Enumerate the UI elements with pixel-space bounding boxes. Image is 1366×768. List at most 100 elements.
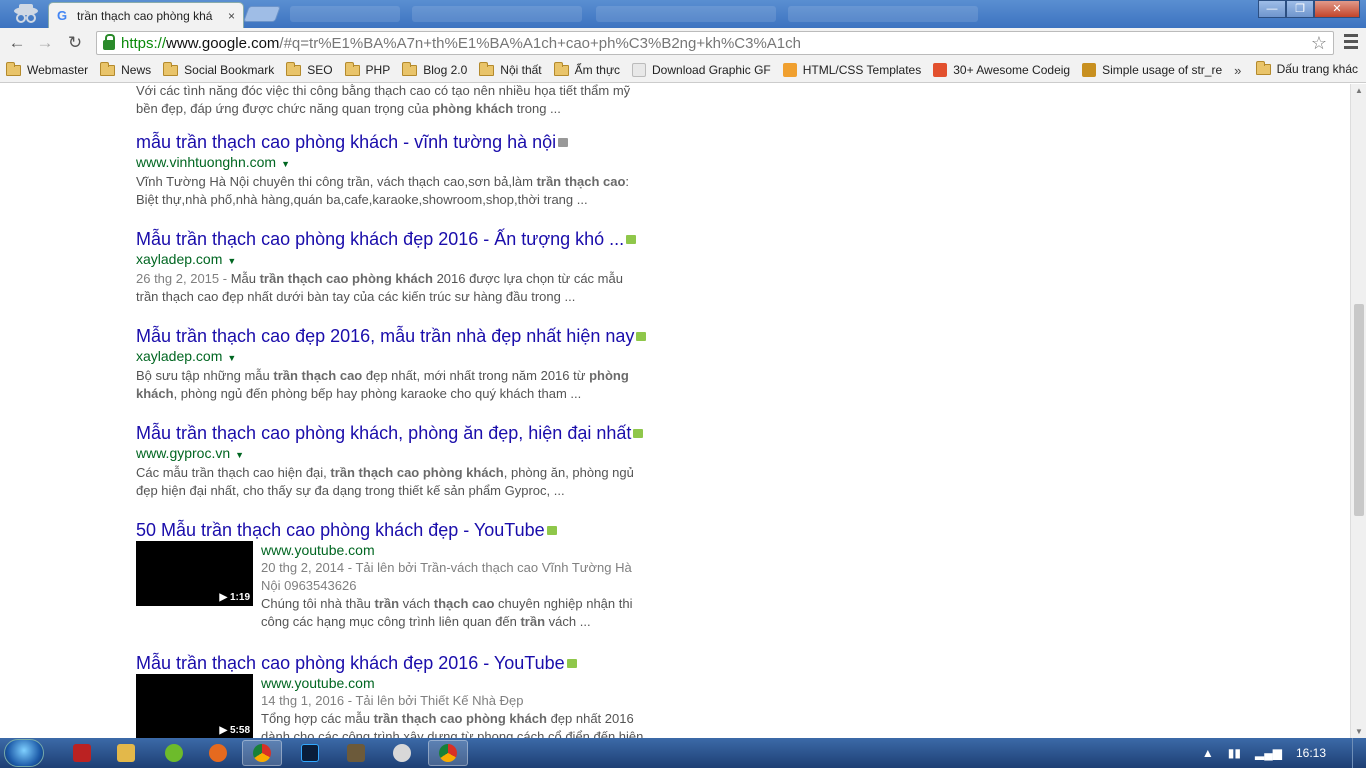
star-badge-icon [782,63,797,77]
result-title-link[interactable]: Mẫu trần thạch cao đẹp 2016, mẫu trần nh… [136,325,656,347]
clock[interactable]: 16:13 [1296,746,1326,760]
bookmark-news[interactable]: News [100,61,151,77]
filezilla-icon[interactable] [62,740,102,766]
search-result: Mẫu trần thạch cao phòng khách, phòng ăn… [136,422,656,500]
bookmark-codeigniter[interactable]: 30+ Awesome Codeig [933,63,1070,77]
paint-icon[interactable] [382,740,422,766]
plus-badge-icon [933,63,948,77]
video-duration: ▶ 5:58 [219,725,250,736]
bookmark-noi-that[interactable]: Nội thất [479,61,542,77]
window-title-bar: G trần thạch cao phòng khá × — ❐ ✕ [0,0,1366,28]
bookmark-blog[interactable]: Blog 2.0 [402,61,467,77]
bookmark-label: PHP [365,63,391,77]
folder-icon [163,61,179,76]
page-scrollbar[interactable]: ▲ ▼ [1350,84,1366,738]
video-thumbnail[interactable]: ▶ 5:58 [136,674,253,738]
video-thumbnail[interactable]: ▶ 1:19 [136,541,253,606]
url-dropdown-icon[interactable]: ▼ [235,450,244,460]
bookmark-php[interactable]: PHP [344,61,391,77]
reload-icon[interactable]: ↻ [64,33,86,53]
video-duration: ▶ 1:19 [219,592,250,603]
visited-marker-icon [626,234,637,244]
result-title-link[interactable]: Mẫu trần thạch cao phòng khách đẹp 2016 … [136,228,656,250]
folder-icon [402,61,418,76]
result-snippet: 20 thg 2, 2014 - Tải lên bởi Trần-vách t… [261,560,633,629]
tab-close-icon[interactable]: × [228,9,235,23]
search-result: Mẫu trần thạch cao phòng khách đẹp 2016 … [136,228,656,306]
scrollbar-thumb[interactable] [1354,304,1364,516]
bookmarks-bar: Webmaster News Social Bookmark SEO PHP B… [0,58,1366,83]
bookmark-label: Dấu trang khác [1276,62,1358,76]
result-title-link[interactable]: Mẫu trần thạch cao phòng khách đẹp 2016 … [136,652,656,674]
photoshop-icon[interactable] [290,740,330,766]
bookmark-label: Ẩm thực [574,63,621,77]
bookmarks-overflow-button[interactable]: » [1234,63,1241,78]
firefox-icon[interactable] [198,740,238,766]
address-bar[interactable]: https:// www.google.com /#q=tr%E1%BA%A7n… [96,31,1334,55]
close-window-button[interactable]: ✕ [1314,0,1360,18]
bookmark-webmaster[interactable]: Webmaster [6,61,88,77]
notepad-icon[interactable] [336,740,376,766]
greenshot-icon[interactable] [154,740,194,766]
result-title-link[interactable]: Mẫu trần thạch cao phòng khách, phòng ăn… [136,422,656,444]
chrome-icon[interactable] [242,740,282,766]
scroll-down-icon[interactable]: ▼ [1355,727,1363,736]
bookmark-html-css[interactable]: HTML/CSS Templates [782,63,921,77]
result-snippet: Với các tình năng đóc việc thi công bằng… [136,84,646,118]
tray-expand-icon[interactable]: ▲ [1202,746,1214,760]
start-button[interactable] [4,739,44,767]
incognito-icon [14,4,38,23]
bookmark-star-icon[interactable]: ☆ [1311,33,1327,54]
result-title-link[interactable]: mẫu trần thạch cao phòng khách - vĩnh tư… [136,131,656,153]
visited-marker-icon [546,525,557,535]
volume-icon[interactable]: ▂▄▆ [1255,746,1282,760]
folder-icon [344,61,360,76]
bookmark-label: Social Bookmark [184,63,275,77]
tab-google-search[interactable]: G trần thạch cao phòng khá × [48,2,244,28]
result-url: www.vinhtuonghn.com ▼ [136,154,290,170]
bookmark-label: SEO [307,63,333,77]
network-icon[interactable]: ▮▮ [1228,746,1241,760]
forward-arrow-icon[interactable]: → [34,33,56,53]
background-tab[interactable] [290,6,400,22]
url-dropdown-icon[interactable]: ▼ [227,353,236,363]
result-url: www.youtube.com [261,675,375,691]
maximize-button[interactable]: ❐ [1286,0,1314,18]
back-arrow-icon[interactable]: ← [6,33,28,53]
background-tab[interactable] [596,6,776,22]
bookmark-label: Nội thất [500,63,542,77]
search-results-page: Với các tình năng đóc việc thi công bằng… [0,84,1350,738]
bookmark-str-replace[interactable]: Simple usage of str_re [1082,63,1222,77]
video-result: Mẫu trần thạch cao phòng khách đẹp 2016 … [136,652,656,738]
chrome-window-icon[interactable] [428,740,468,766]
visited-marker-icon [636,331,647,341]
show-desktop-button[interactable] [1352,738,1366,768]
google-favicon-icon: G [57,7,68,23]
url-path: /#q=tr%E1%BA%A7n+th%E1%BA%A1ch+cao+ph%C3… [279,34,801,52]
bookmark-label: 30+ Awesome Codeig [953,63,1071,77]
scroll-up-icon[interactable]: ▲ [1355,86,1363,95]
system-tray: ▲ ▮▮ ▂▄▆ 16:13 [1202,738,1366,768]
url-host: www.google.com [166,34,280,52]
bookmark-seo[interactable]: SEO [286,61,333,77]
url-dropdown-icon[interactable]: ▼ [281,159,290,169]
result-title-link[interactable]: 50 Mẫu trần thạch cao phòng khách đẹp - … [136,519,656,541]
chrome-menu-icon[interactable] [1344,34,1358,52]
explorer-icon[interactable] [106,740,146,766]
other-bookmarks[interactable]: Dấu trang khác [1255,60,1358,76]
background-tab[interactable] [412,6,582,22]
result-snippet: Các mẫu trần thạch cao hiện đại, trần th… [136,465,634,498]
new-tab-button[interactable] [243,6,281,22]
result-snippet: Bộ sưu tập những mẫu trần thạch cao đẹp … [136,368,629,401]
minimize-button[interactable]: — [1258,0,1286,18]
secure-lock-icon [103,34,115,50]
background-tab[interactable] [788,6,978,22]
bookmark-download-graphic[interactable]: Download Graphic GF [632,63,771,77]
url-dropdown-icon[interactable]: ▼ [227,256,236,266]
bookmark-social[interactable]: Social Bookmark [163,61,275,77]
search-result: Mẫu trần thạch cao đẹp 2016, mẫu trần nh… [136,325,656,403]
url-scheme: https:// [121,34,167,52]
result-url: xayladep.com ▼ [136,348,237,364]
bookmark-am-thuc[interactable]: Ẩm thực [553,61,621,77]
search-result: mẫu trần thạch cao phòng khách - vĩnh tư… [136,131,656,209]
